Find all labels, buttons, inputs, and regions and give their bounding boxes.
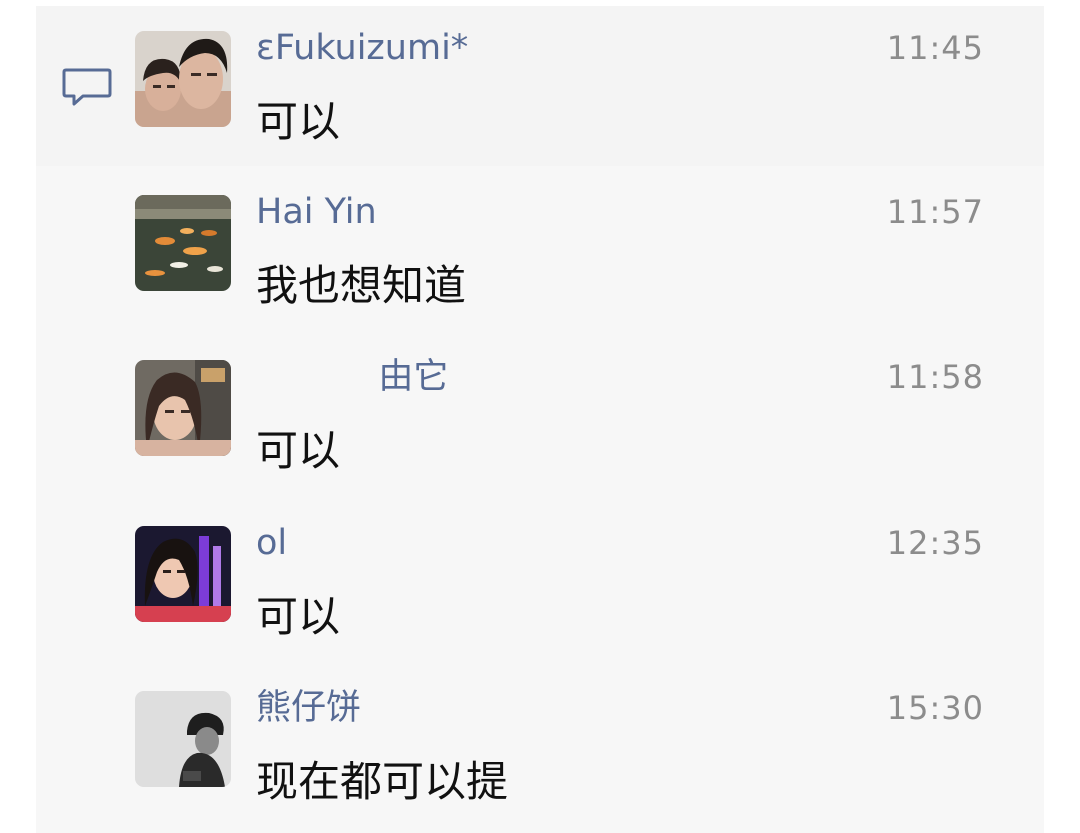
comment-bubble-icon[interactable]: [61, 66, 113, 110]
comment-author[interactable]: 熊仔饼: [256, 686, 361, 730]
comment-author[interactable]: εFukuizumi*: [256, 26, 468, 70]
comments-panel: εFukuizumi* 11:45 可以 Hai Yin 11:57 我也想知道…: [36, 6, 1044, 833]
comment-row[interactable]: ol 12:35 可以: [36, 501, 1044, 661]
comment-time: 11:45: [886, 29, 984, 67]
avatar[interactable]: [135, 360, 231, 456]
comment-time: 15:30: [886, 689, 984, 727]
avatar[interactable]: [135, 31, 231, 127]
comment-text: 可以: [256, 426, 341, 475]
comment-row[interactable]: εFukuizumi* 11:45 可以: [36, 6, 1044, 166]
comment-text: 我也想知道: [256, 261, 467, 310]
avatar[interactable]: [135, 526, 231, 622]
comment-text: 可以: [256, 97, 341, 146]
comment-text: 可以: [256, 592, 341, 641]
comment-time: 11:57: [886, 193, 984, 231]
avatar[interactable]: [135, 691, 231, 787]
comment-row[interactable]: Hai Yin 11:57 我也想知道: [36, 170, 1044, 330]
comment-row[interactable]: 由它 11:58 可以: [36, 335, 1044, 495]
comment-text: 现在都可以提: [256, 757, 509, 806]
comment-row[interactable]: 熊仔饼 15:30 现在都可以提: [36, 666, 1044, 826]
comment-author[interactable]: Hai Yin: [256, 190, 377, 234]
comment-time: 12:35: [886, 524, 984, 562]
avatar[interactable]: [135, 195, 231, 291]
comment-author[interactable]: 由它: [256, 355, 448, 399]
comment-time: 11:58: [886, 358, 984, 396]
comment-author[interactable]: ol: [256, 521, 287, 565]
